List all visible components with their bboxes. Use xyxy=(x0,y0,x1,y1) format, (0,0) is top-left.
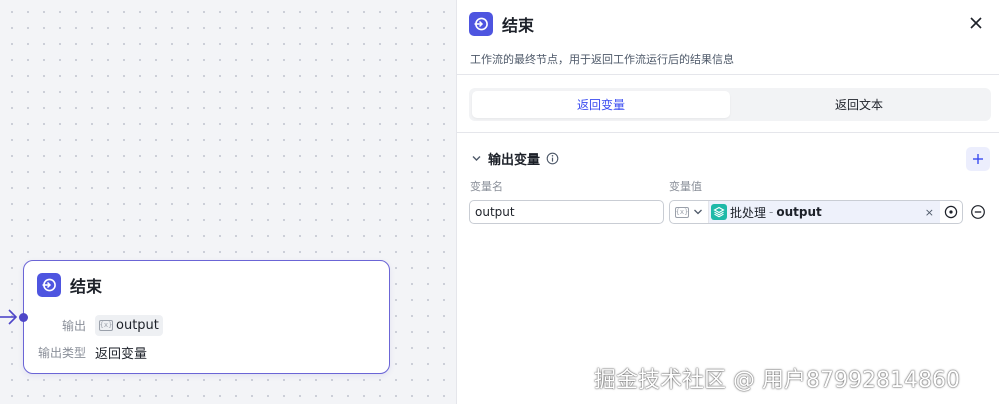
node-output-type-value: 返回变量 xyxy=(95,347,148,362)
ref-separator: - xyxy=(769,205,774,219)
return-mode-tabs: 返回变量 返回文本 xyxy=(469,88,991,121)
chevron-down-icon xyxy=(694,209,702,215)
divider xyxy=(457,74,999,75)
incoming-edge-arrow xyxy=(0,309,18,325)
ref-variable-name: output xyxy=(776,205,822,219)
variable-name-input[interactable] xyxy=(469,200,664,224)
tab-return-variable[interactable]: 返回变量 xyxy=(472,91,730,118)
select-reference-button[interactable] xyxy=(940,205,962,219)
remove-variable-button[interactable] xyxy=(970,204,986,220)
node-title: 结束 xyxy=(70,277,103,296)
watermark: 掘金技术社区 @ 用户87992814860 xyxy=(594,368,960,393)
end-node-icon xyxy=(469,12,493,36)
divider xyxy=(457,132,999,133)
close-icon xyxy=(970,17,982,29)
batch-node-icon xyxy=(711,204,727,220)
plus-icon xyxy=(973,154,983,164)
variable-value-field[interactable]: {x} 批处理 - output × xyxy=(669,200,963,224)
node-output-type-row: 输出类型 返回变量 xyxy=(24,343,147,362)
variable-name-column-label: 变量名 xyxy=(470,180,503,193)
variable-icon: {x} xyxy=(99,320,113,331)
minus-circle-icon xyxy=(971,205,985,219)
node-config-panel: 结束 工作流的最终节点，用于返回工作流运行后的结果信息 返回变量 返回文本 输出… xyxy=(456,0,999,404)
panel-description: 工作流的最终节点，用于返回工作流运行后的结果信息 xyxy=(470,53,734,66)
info-icon[interactable] xyxy=(546,152,559,165)
add-variable-button[interactable] xyxy=(966,147,990,171)
tab-return-text[interactable]: 返回文本 xyxy=(730,91,988,118)
target-icon xyxy=(944,205,958,219)
end-node-icon xyxy=(37,273,61,297)
chevron-down-icon xyxy=(472,156,481,161)
ref-node-name: 批处理 xyxy=(730,205,767,220)
variable-icon: {x} xyxy=(675,206,689,218)
section-title: 输出变量 xyxy=(488,153,541,168)
output-variables-section-toggle[interactable]: 输出变量 xyxy=(471,149,559,168)
node-output-label: 输出 xyxy=(61,319,86,333)
value-type-select[interactable]: {x} xyxy=(670,201,709,223)
workflow-canvas[interactable]: 结束 输出 {x} output 输出类型 返回变量 xyxy=(0,0,456,404)
clear-reference-button[interactable]: × xyxy=(925,206,934,219)
panel-header: 结束 xyxy=(469,12,534,36)
panel-title: 结束 xyxy=(502,16,535,35)
variable-value-column-label: 变量值 xyxy=(669,180,702,193)
variable-reference-tag[interactable]: 批处理 - output × xyxy=(709,201,940,223)
node-output-type-label: 输出类型 xyxy=(37,346,86,360)
end-node-card[interactable]: 结束 输出 {x} output 输出类型 返回变量 xyxy=(19,260,390,374)
close-panel-button[interactable] xyxy=(967,14,985,32)
node-output-value: output xyxy=(116,318,159,333)
node-output-tag: {x} output xyxy=(95,315,163,336)
node-output-row: 输出 {x} output xyxy=(24,315,163,336)
node-header: 结束 xyxy=(37,273,102,297)
